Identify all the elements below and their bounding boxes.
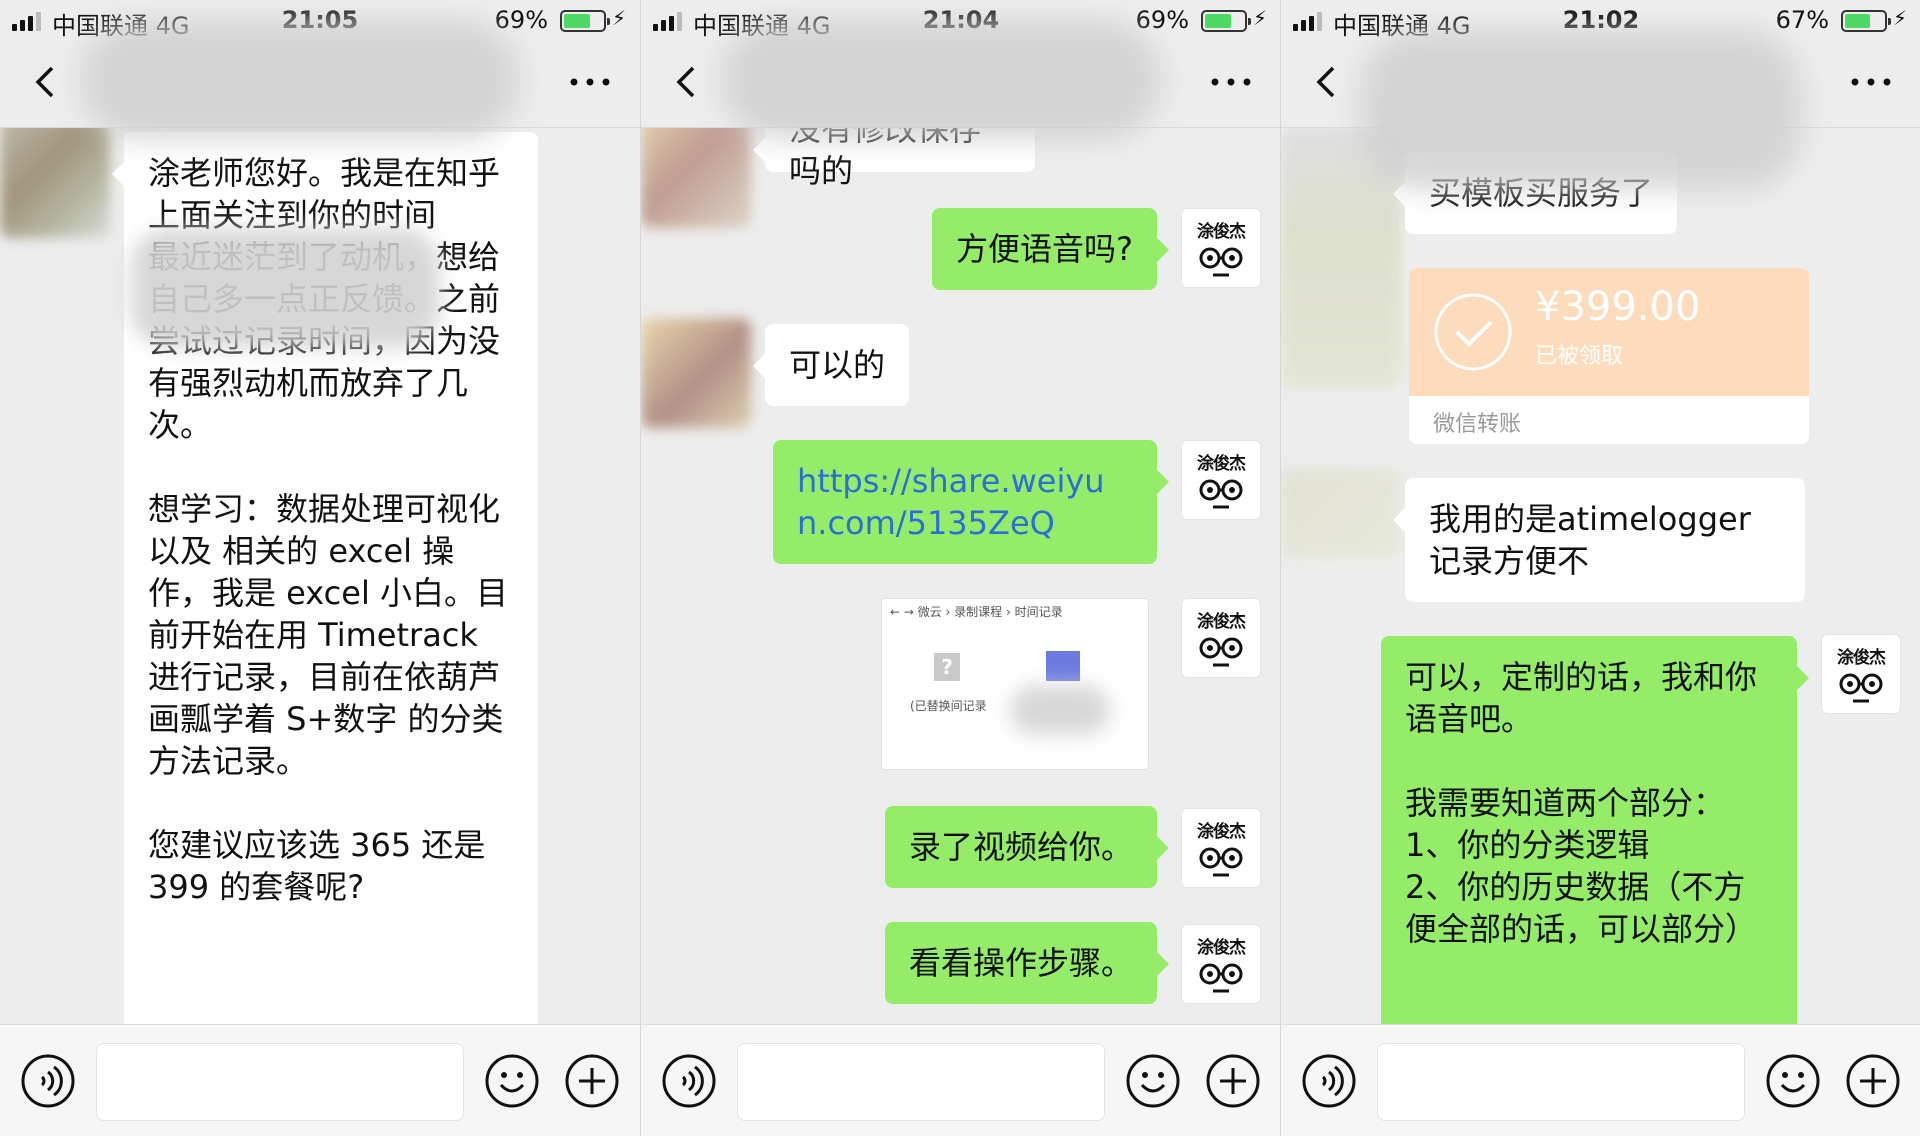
- avatar-name: 涂俊杰: [1197, 822, 1246, 842]
- transfer-amount: ¥399.00: [1535, 284, 1701, 330]
- check-circle-icon: [1434, 293, 1512, 371]
- avatar-name: 涂俊杰: [1197, 938, 1246, 958]
- input-bar: [1281, 1024, 1920, 1136]
- emoji-icon[interactable]: [1765, 1053, 1821, 1109]
- back-icon[interactable]: [667, 62, 707, 102]
- chat-panel-1: 中国联通 4G 21:05 69% ⚡ 涂老师您好。我是在知乎上面关注到你的时间…: [0, 0, 640, 1136]
- charging-icon: ⚡: [611, 6, 626, 30]
- message-bubble-incoming[interactable]: 可以的: [752, 324, 910, 406]
- charging-icon: ⚡: [1892, 6, 1907, 30]
- emoji-icon[interactable]: [1125, 1053, 1181, 1109]
- glasses-face-icon: [1199, 479, 1243, 509]
- avatar-name: 涂俊杰: [1197, 612, 1246, 632]
- message-text: 方便语音吗?: [956, 230, 1133, 268]
- contact-avatar: [0, 128, 110, 238]
- message-bubble-outgoing[interactable]: 可以，定制的话，我和你语音吧。 我需要知道两个部分： 1、你的分类逻辑 2、你的…: [1381, 636, 1809, 1024]
- contact-avatar: [1281, 468, 1401, 558]
- screenshot-collage: 中国联通 4G 21:05 69% ⚡ 涂老师您好。我是在知乎上面关注到你的时间…: [0, 0, 1920, 1136]
- input-bar: [0, 1024, 640, 1136]
- video-clapper-icon: [1046, 651, 1080, 681]
- glasses-face-icon: [1199, 247, 1243, 277]
- avatar-name: 涂俊杰: [1197, 454, 1246, 474]
- chat-panel-2: 中国联通 4G 21:04 69% ⚡ 没有修改保存吗的 涂俊杰 方便语音吗?: [640, 0, 1280, 1136]
- redacted-blur: [1010, 685, 1110, 735]
- plus-icon[interactable]: [1205, 1053, 1261, 1109]
- my-avatar[interactable]: 涂俊杰: [1181, 208, 1261, 288]
- message-text: 录了视频给你。: [908, 828, 1133, 866]
- nav-bar: [1281, 30, 1920, 190]
- message-text: 可以的: [789, 346, 886, 384]
- my-avatar[interactable]: 涂俊杰: [1181, 598, 1261, 678]
- voice-input-icon[interactable]: [20, 1053, 76, 1109]
- battery-icon: [1201, 10, 1251, 32]
- avatar-name: 涂俊杰: [1837, 648, 1886, 668]
- more-icon[interactable]: [1845, 62, 1897, 102]
- chat-title-blurred: [721, 20, 1161, 140]
- glasses-face-icon: [1199, 847, 1243, 877]
- chat-panel-3: 中国联通 4G 21:02 67% ⚡ 买模板买服务了 ¥399.00 已被领取: [1280, 0, 1920, 1136]
- contact-avatar: [641, 128, 751, 228]
- message-bubble-incoming[interactable]: 我用的是atimelogger记录方便不: [1393, 478, 1805, 602]
- transfer-status: 已被领取: [1535, 344, 1624, 369]
- nav-bar: [641, 20, 1280, 140]
- message-bubble-outgoing[interactable]: 看看操作步骤。: [884, 922, 1170, 1004]
- back-icon[interactable]: [26, 62, 66, 102]
- plus-icon[interactable]: [1845, 1053, 1901, 1109]
- shared-link[interactable]: https://share.weiyun.com/5135ZeQ: [797, 460, 1133, 544]
- charging-icon: ⚡: [1252, 6, 1267, 30]
- message-text: 看看操作步骤。: [908, 944, 1133, 982]
- battery-percent: 69%: [1135, 6, 1189, 34]
- chat-title-blurred: [80, 20, 520, 140]
- message-bubble-outgoing[interactable]: 录了视频给你。: [884, 806, 1170, 888]
- input-bar: [641, 1024, 1280, 1136]
- file-name: (已替换间记录: [910, 699, 987, 713]
- message-input[interactable]: [1377, 1043, 1745, 1121]
- glasses-face-icon: [1199, 963, 1243, 993]
- voice-input-icon[interactable]: [661, 1053, 717, 1109]
- file-breadcrumb: ← → 微云 › 录制课程 › 时间记录: [890, 605, 1063, 619]
- file-preview-card[interactable]: ← → 微云 › 录制课程 › 时间记录 ? (已替换间记录: [881, 598, 1149, 770]
- battery-percent: 69%: [494, 6, 548, 34]
- wechat-transfer-card[interactable]: ¥399.00 已被领取 微信转账: [1409, 268, 1809, 444]
- my-avatar[interactable]: 涂俊杰: [1181, 440, 1261, 520]
- battery-icon: [1841, 10, 1891, 32]
- unknown-file-icon: ?: [934, 653, 960, 681]
- redacted-blur: [130, 228, 440, 348]
- message-input[interactable]: [96, 1043, 464, 1121]
- message-list: 买模板买服务了 ¥399.00 已被领取 微信转账 我用的是atimelogge…: [1281, 128, 1920, 1024]
- nav-bar: [0, 20, 640, 140]
- message-list: 涂老师您好。我是在知乎上面关注到你的时间 最近迷茫到了动机，想给自己多一点正反馈…: [0, 128, 640, 1024]
- battery-percent: 67%: [1775, 6, 1829, 34]
- glasses-face-icon: [1839, 673, 1883, 703]
- my-avatar[interactable]: 涂俊杰: [1181, 808, 1261, 888]
- more-icon[interactable]: [564, 62, 616, 102]
- more-icon[interactable]: [1205, 62, 1257, 102]
- link-message-bubble[interactable]: https://share.weiyun.com/5135ZeQ: [773, 440, 1169, 564]
- avatar-name: 涂俊杰: [1197, 222, 1246, 242]
- transfer-header: ¥399.00 已被领取: [1409, 268, 1809, 396]
- glasses-face-icon: [1199, 637, 1243, 667]
- contact-avatar: [641, 318, 751, 428]
- message-input[interactable]: [737, 1043, 1105, 1121]
- my-avatar[interactable]: 涂俊杰: [1181, 924, 1261, 1004]
- message-text: 可以，定制的话，我和你语音吧。 我需要知道两个部分： 1、你的分类逻辑 2、你的…: [1405, 658, 1758, 948]
- my-avatar[interactable]: 涂俊杰: [1821, 634, 1901, 714]
- battery-icon: [560, 10, 610, 32]
- back-icon[interactable]: [1307, 62, 1347, 102]
- plus-icon[interactable]: [564, 1053, 620, 1109]
- transfer-footer: 微信转账: [1433, 412, 1522, 437]
- voice-input-icon[interactable]: [1301, 1053, 1357, 1109]
- message-text: 我用的是atimelogger记录方便不: [1429, 500, 1751, 580]
- emoji-icon[interactable]: [484, 1053, 540, 1109]
- message-list: 没有修改保存吗的 涂俊杰 方便语音吗? 可以的 涂俊杰 https://shar…: [641, 128, 1280, 1024]
- chat-title-blurred: [1361, 30, 1801, 190]
- message-bubble-outgoing[interactable]: 方便语音吗?: [932, 208, 1169, 290]
